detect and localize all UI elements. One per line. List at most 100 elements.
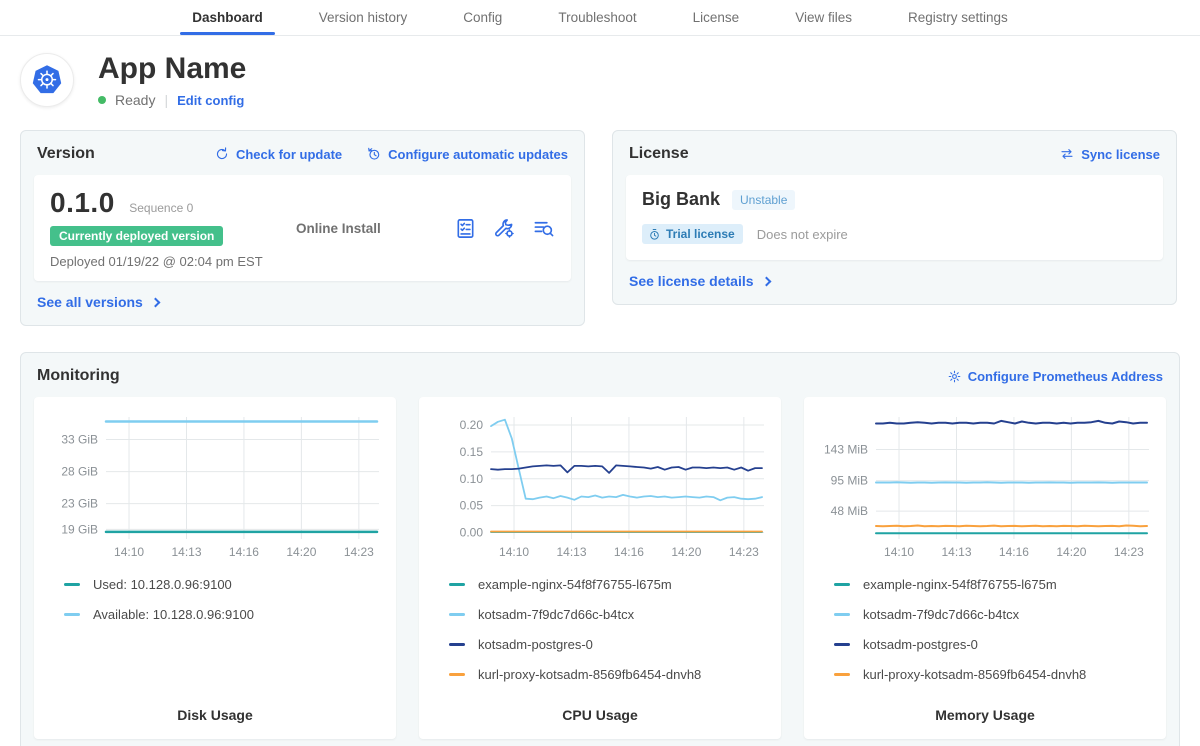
legend-color-dash (834, 643, 850, 646)
legend-item: Used: 10.128.0.96:9100 (64, 577, 380, 592)
legend-item: kurl-proxy-kotsadm-8569fb6454-dnvh8 (449, 667, 765, 682)
legend-color-dash (449, 643, 465, 646)
disk-usage-panel: 19 GiB23 GiB28 GiB33 GiB14:1014:1314:161… (34, 397, 396, 739)
svg-text:0.15: 0.15 (460, 445, 484, 459)
legend-color-dash (449, 613, 465, 616)
monitoring-title: Monitoring (37, 367, 120, 385)
svg-text:95 MiB: 95 MiB (831, 474, 868, 488)
app-header: App Name Ready | Edit config (0, 36, 1200, 114)
sync-license-button[interactable]: Sync license (1059, 146, 1160, 162)
deployed-timestamp: Deployed 01/19/22 @ 02:04 pm EST (50, 254, 263, 269)
edit-config-link[interactable]: Edit config (177, 93, 244, 108)
license-card-title: License (629, 145, 689, 163)
tab-license[interactable]: License (665, 0, 768, 35)
svg-text:14:16: 14:16 (614, 545, 644, 559)
top-nav: DashboardVersion historyConfigTroublesho… (0, 0, 1200, 36)
legend-item: kotsadm-postgres-0 (834, 637, 1150, 652)
configure-prometheus-button[interactable]: Configure Prometheus Address (947, 369, 1163, 384)
wrench-gear-icon[interactable] (493, 217, 516, 240)
sync-icon (1059, 146, 1075, 162)
svg-text:14:23: 14:23 (1114, 545, 1144, 559)
monitoring-card: Monitoring Configure Prometheus Address … (20, 352, 1180, 746)
clock-refresh-icon (366, 146, 382, 162)
legend-color-dash (834, 613, 850, 616)
expiry-text: Does not expire (757, 227, 848, 242)
divider: | (164, 92, 168, 108)
deployed-badge: Currently deployed version (50, 226, 223, 246)
legend-item: kotsadm-postgres-0 (449, 637, 765, 652)
svg-text:0.20: 0.20 (460, 418, 484, 432)
check-for-update-button[interactable]: Check for update (214, 146, 342, 162)
legend-color-dash (64, 613, 80, 616)
nav-tabs: DashboardVersion historyConfigTroublesho… (164, 0, 1036, 35)
svg-text:14:16: 14:16 (229, 545, 259, 559)
chart-title: Disk Usage (50, 699, 380, 731)
svg-text:14:20: 14:20 (1056, 545, 1086, 559)
legend-item: example-nginx-54f8f76755-l675m (834, 577, 1150, 592)
svg-text:0.00: 0.00 (460, 526, 484, 540)
disk-usage-legend: Used: 10.128.0.96:9100 Available: 10.128.… (50, 577, 380, 699)
legend-label: Used: 10.128.0.96:9100 (93, 577, 232, 592)
stopwatch-icon (648, 228, 661, 241)
version-card-title: Version (37, 145, 95, 163)
legend-label: example-nginx-54f8f76755-l675m (478, 577, 672, 592)
legend-label: kurl-proxy-kotsadm-8569fb6454-dnvh8 (478, 667, 701, 682)
cpu-usage-chart: 0.00 0.05 0.10 0.15 0.20 14:10 14:13 14:16 14:20… (435, 411, 765, 561)
svg-text:14:20: 14:20 (671, 545, 701, 559)
page-title: App Name (98, 52, 246, 85)
license-card: License Sync license Big Bank Unstable (612, 130, 1177, 305)
memory-usage-panel: 48 MiB 95 MiB 143 MiB 14:10 14:13 14:16 14:20 1… (804, 397, 1166, 739)
svg-text:14:10: 14:10 (499, 545, 529, 559)
see-license-details-link[interactable]: See license details (629, 273, 770, 289)
checklist-icon[interactable] (454, 217, 477, 240)
legend-label: kotsadm-7f9dc7d66c-b4tcx (478, 607, 634, 622)
svg-text:14:16: 14:16 (999, 545, 1029, 559)
legend-item: kotsadm-7f9dc7d66c-b4tcx (834, 607, 1150, 622)
refresh-icon (214, 146, 230, 162)
legend-item: kotsadm-7f9dc7d66c-b4tcx (449, 607, 765, 622)
channel-badge: Unstable (732, 190, 795, 210)
cpu-usage-legend: example-nginx-54f8f76755-l675m kotsadm-7f… (435, 577, 765, 699)
legend-label: kotsadm-postgres-0 (863, 637, 978, 652)
svg-text:48 MiB: 48 MiB (831, 504, 868, 518)
gear-icon (947, 369, 962, 384)
legend-color-dash (64, 583, 80, 586)
tab-dashboard[interactable]: Dashboard (164, 0, 291, 35)
svg-text:14:23: 14:23 (729, 545, 759, 559)
svg-text:14:10: 14:10 (884, 545, 914, 559)
app-logo (20, 53, 74, 107)
memory-usage-chart: 48 MiB 95 MiB 143 MiB 14:10 14:13 14:16 14:20 1… (820, 411, 1150, 561)
disk-usage-chart: 19 GiB23 GiB28 GiB33 GiB14:1014:1314:161… (50, 411, 380, 561)
chevron-right-icon (761, 277, 771, 287)
legend-item: example-nginx-54f8f76755-l675m (449, 577, 765, 592)
svg-text:0.10: 0.10 (460, 472, 484, 486)
legend-label: example-nginx-54f8f76755-l675m (863, 577, 1057, 592)
sequence-label: Sequence 0 (129, 201, 193, 215)
svg-text:14:13: 14:13 (941, 545, 971, 559)
svg-text:14:13: 14:13 (171, 545, 201, 559)
configure-automatic-updates-button[interactable]: Configure automatic updates (366, 146, 568, 162)
svg-text:0.05: 0.05 (460, 499, 484, 513)
svg-text:33 GiB: 33 GiB (61, 432, 98, 446)
svg-text:14:20: 14:20 (286, 545, 316, 559)
status-text: Ready (115, 92, 155, 108)
tab-troubleshoot[interactable]: Troubleshoot (530, 0, 664, 35)
svg-text:14:13: 14:13 (556, 545, 586, 559)
legend-label: kotsadm-7f9dc7d66c-b4tcx (863, 607, 1019, 622)
svg-text:19 GiB: 19 GiB (61, 522, 98, 536)
customer-name: Big Bank (642, 189, 720, 210)
list-search-icon[interactable] (532, 217, 555, 240)
tab-config[interactable]: Config (435, 0, 530, 35)
license-type-badge: Trial license (642, 224, 743, 244)
see-all-versions-link[interactable]: See all versions (37, 294, 159, 310)
memory-usage-legend: example-nginx-54f8f76755-l675m kotsadm-7f… (820, 577, 1150, 699)
install-type-label: Online Install (296, 221, 381, 236)
svg-text:143 MiB: 143 MiB (824, 442, 868, 456)
tab-version-history[interactable]: Version history (291, 0, 436, 35)
version-card: Version Check for update Configure autom… (20, 130, 585, 326)
kubernetes-icon (25, 58, 69, 102)
legend-label: Available: 10.128.0.96:9100 (93, 607, 254, 622)
legend-color-dash (449, 583, 465, 586)
tab-registry-settings[interactable]: Registry settings (880, 0, 1036, 35)
tab-view-files[interactable]: View files (767, 0, 880, 35)
